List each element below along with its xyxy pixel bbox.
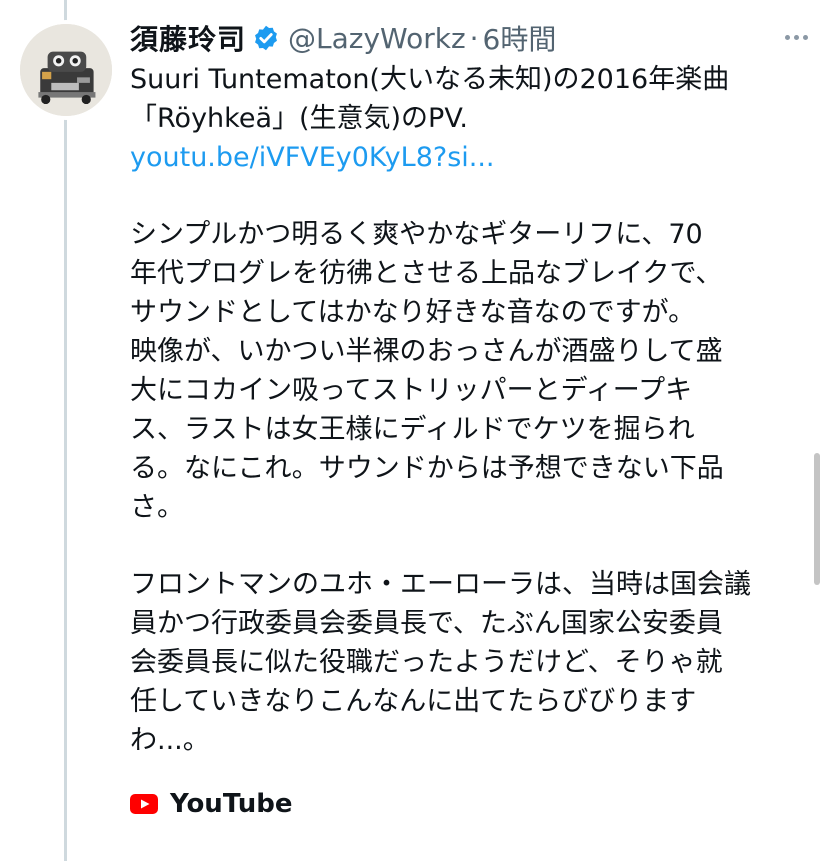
author-name[interactable]: 須藤玲司 bbox=[130, 18, 246, 58]
link-card-source[interactable]: YouTube bbox=[130, 784, 802, 824]
tweet-link[interactable]: youtu.be/iVFVEy0KyL8?si... bbox=[130, 138, 802, 177]
tweet-text: Suuri Tuntematon(大いなる未知)の2016年楽曲 「Röyhke… bbox=[130, 60, 802, 760]
author-handle[interactable]: @LazyWorkz bbox=[288, 22, 466, 55]
text-line: 大にコカイン吸ってストリッパーとディープキ bbox=[130, 375, 693, 406]
text-line: シンプルかつ明るく爽やかなギターリフに、70 bbox=[130, 219, 703, 250]
text-line: 年代プログレを彷彿とさせる上品なブレイクで、 bbox=[130, 258, 723, 289]
text-line: る。なにこれ。サウンドからは予想できない下品 bbox=[130, 453, 724, 484]
avatar[interactable] bbox=[16, 20, 116, 120]
text-line: 会委員長に似た役職だったようだけど、そりゃ就 bbox=[130, 647, 723, 678]
text-line: 「Röyhkeä」(生意気)のPV. bbox=[130, 103, 468, 134]
scrollbar-thumb[interactable] bbox=[814, 453, 820, 585]
card-source-label: YouTube bbox=[170, 789, 293, 819]
separator-dot: · bbox=[469, 21, 479, 55]
verified-badge-icon[interactable] bbox=[252, 24, 280, 52]
tweet-header: 須藤玲司 @LazyWorkz · 6時間 bbox=[130, 16, 802, 60]
tweet[interactable]: 須藤玲司 @LazyWorkz · 6時間 Suuri Tuntematon(大… bbox=[130, 16, 808, 824]
youtube-icon bbox=[130, 794, 158, 814]
thread-line bbox=[64, 0, 67, 861]
text-line: 映像が、いかつい半裸のおっさんが酒盛りして盛 bbox=[130, 336, 723, 367]
timestamp[interactable]: 6時間 bbox=[483, 18, 557, 58]
text-line: サウンドとしてはかなり好きな音なのですが。 bbox=[130, 297, 696, 328]
robot-avatar-icon bbox=[20, 24, 112, 116]
text-line: ス、ラストは女王様にディルドでケツを掘られ bbox=[130, 414, 695, 445]
text-line: 任していきなりこんなんに出てたらびびりますわ...。 bbox=[130, 686, 697, 756]
text-line: さ。 bbox=[130, 492, 184, 523]
text-line: 員かつ行政委員会委員長で、たぶん国家公安委員 bbox=[130, 608, 723, 639]
more-options-icon[interactable] bbox=[776, 22, 816, 52]
text-line: Suuri Tuntematon(大いなる未知)の2016年楽曲 bbox=[130, 64, 730, 95]
text-line: フロントマンのユホ・エーローラは、当時は国会議 bbox=[130, 569, 751, 600]
